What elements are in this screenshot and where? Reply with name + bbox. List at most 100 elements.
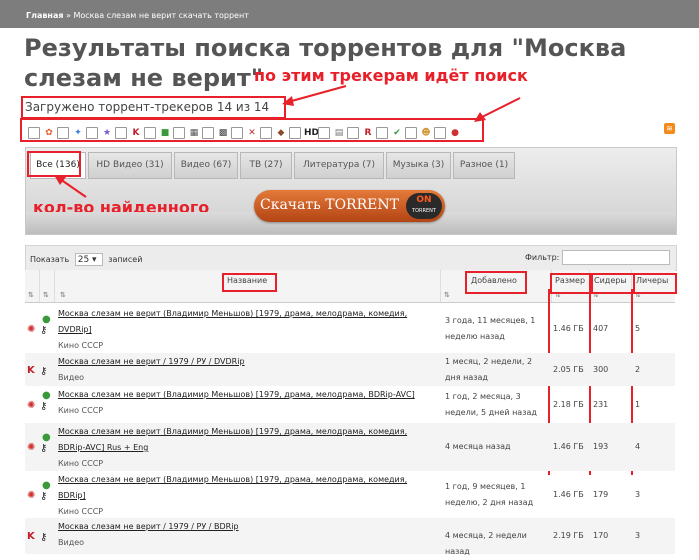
- tracker-item[interactable]: ★: [86, 122, 113, 141]
- ball-icon: ✺: [27, 324, 36, 335]
- magnet-icon[interactable]: ●: [42, 433, 51, 443]
- name-header-highlight: [222, 273, 277, 292]
- tracker-item[interactable]: ◆: [260, 122, 287, 141]
- leechers-cell: 3: [635, 489, 641, 499]
- torrent-title-link[interactable]: Москва слезам не верит / 1979 / РУ / BDR…: [58, 519, 436, 535]
- table-controls: Показать 25 ▾ записей Фильтр:: [25, 245, 677, 271]
- tracker-item[interactable]: ▩: [202, 122, 229, 141]
- tab-music[interactable]: Музыка (3): [386, 152, 451, 179]
- magnet-icon[interactable]: ●: [42, 390, 51, 401]
- on-torrent-badge: ON TORRENT: [406, 193, 442, 219]
- torrent-name-cell: Москва слезам не верит (Владимир Меньшов…: [58, 472, 436, 520]
- leechers-cell: 1: [635, 399, 641, 409]
- loaded-trackers-text: Загружено торрент-трекеров 14 из 14: [25, 100, 270, 114]
- row-icons: K ⚷: [25, 353, 55, 386]
- tracker-item[interactable]: ▦: [173, 122, 200, 141]
- tracker-checkbox[interactable]: [376, 126, 388, 139]
- tracker-item[interactable]: ▤: [318, 122, 345, 141]
- row-icons: ✺ ● ⚷: [25, 471, 55, 518]
- tracker-checkbox[interactable]: [28, 126, 40, 139]
- tracker-checkbox[interactable]: [86, 126, 98, 139]
- flower-icon: ✿: [45, 127, 53, 138]
- torrent-title-link[interactable]: DVDRip]: [58, 322, 436, 338]
- r-icon: R: [364, 127, 372, 138]
- table-row[interactable]: ✺ ● ⚷ Москва слезам не верит (Владимир Мень…: [25, 471, 675, 518]
- magnet-icon[interactable]: ●: [42, 480, 51, 491]
- torrent-title-link[interactable]: BDRip]: [58, 488, 436, 504]
- tracker-checkbox[interactable]: [202, 126, 214, 139]
- table-row[interactable]: ✺ ● ⚷ Москва слезам не верит (Владимир Мень…: [25, 423, 675, 471]
- tab-literature[interactable]: Литература (7): [294, 152, 384, 179]
- shield-icon: ◆: [277, 127, 285, 138]
- key-icon[interactable]: ⚷: [40, 366, 47, 377]
- breadcrumb-separator: »: [66, 11, 71, 20]
- row-icons: ✺ ● ⚷: [25, 423, 55, 471]
- download-torrent-button[interactable]: Скачать TORRENT ON TORRENT: [254, 190, 445, 222]
- breadcrumb-home-link[interactable]: Главная: [26, 11, 63, 20]
- torrent-title-link[interactable]: Москва слезам не верит (Владимир Меньшов…: [58, 424, 436, 440]
- torrent-category: Видео: [58, 538, 85, 547]
- page-length-select[interactable]: 25 ▾: [74, 253, 103, 266]
- tracker-item[interactable]: HD: [289, 122, 319, 141]
- col-sort-icon-2[interactable]: ⇅: [40, 270, 55, 302]
- page-length-control: Показать 25 ▾ записей: [30, 253, 142, 266]
- tab-other[interactable]: Разное (1): [453, 152, 515, 179]
- row-icons: ✺ ● ⚷: [25, 305, 55, 353]
- tracker-item[interactable]: ■: [144, 122, 171, 141]
- key-icon[interactable]: ⚷: [40, 491, 47, 502]
- tracker-checkbox[interactable]: [144, 126, 156, 139]
- tracker-item[interactable]: R: [347, 122, 374, 141]
- torrent-title-link[interactable]: Москва слезам не верит / 1979 / РУ / DVD…: [58, 354, 436, 370]
- magnet-icon[interactable]: ●: [42, 315, 51, 325]
- tracker-list: ✿ ✦ ★ K ■ ▦ ▩ ✕ ◆ HD ▤ R ✔ ☻ ●: [28, 122, 463, 139]
- tab-tv[interactable]: ТВ (27): [240, 152, 292, 179]
- tracker-checkbox[interactable]: [405, 126, 417, 139]
- row-icons: K ⚷: [25, 518, 55, 554]
- key-icon[interactable]: ⚷: [40, 533, 47, 543]
- rss-icon[interactable]: ≋: [664, 123, 675, 134]
- tracker-item[interactable]: ☻: [405, 122, 432, 141]
- torrent-category: Кино СССР: [58, 459, 104, 468]
- tab-video[interactable]: Видео (67): [174, 152, 238, 179]
- tracker-checkbox[interactable]: [173, 126, 185, 139]
- k-icon: K: [132, 127, 140, 138]
- bird-icon: ✦: [74, 127, 82, 138]
- tracker-item[interactable]: ✿: [28, 122, 55, 141]
- torrent-title-link[interactable]: Москва слезам не верит (Владимир Меньшов…: [58, 306, 436, 322]
- table-row[interactable]: K ⚷ Москва слезам не верит / 1979 / РУ / D…: [25, 353, 675, 386]
- tracker-item[interactable]: ●: [434, 122, 461, 141]
- tracker-checkbox[interactable]: [318, 126, 330, 139]
- key-icon[interactable]: ⚷: [40, 326, 47, 336]
- page-icon: ▤: [334, 127, 344, 138]
- col-sort-icon-1[interactable]: ⇅: [25, 270, 40, 302]
- table-row[interactable]: K ⚷ Москва слезам не верит / 1979 / РУ / B…: [25, 518, 675, 556]
- filter-input[interactable]: [562, 250, 670, 265]
- ball-icon: ✺: [27, 489, 36, 501]
- size-cell: 1.46 ГБ: [553, 442, 584, 451]
- filter-label: Фильтр:: [525, 253, 560, 262]
- size-cell: 1.46 ГБ: [553, 324, 584, 333]
- table-row[interactable]: ✺ ● ⚷ Москва слезам не верит (Владимир Мень…: [25, 386, 675, 423]
- tab-hd-video[interactable]: HD Видео (31): [88, 152, 172, 179]
- tracker-item[interactable]: K: [115, 122, 142, 141]
- torrent-title-link[interactable]: Москва слезам не верит (Владимир Меньшов…: [58, 472, 436, 488]
- tracker-item[interactable]: ✔: [376, 122, 403, 141]
- breadcrumb-current: Москва слезам не верит скачать торрент: [73, 11, 249, 20]
- tracker-checkbox[interactable]: [231, 126, 243, 139]
- torrent-title-link[interactable]: Москва слезам не верит (Владимир Меньшов…: [58, 387, 436, 403]
- tracker-checkbox[interactable]: [260, 126, 272, 139]
- key-icon[interactable]: ⚷: [40, 444, 47, 454]
- tracker-checkbox[interactable]: [57, 126, 69, 139]
- tracker-checkbox[interactable]: [115, 126, 127, 139]
- seeders-cell: 407: [593, 324, 609, 333]
- tracker-checkbox[interactable]: [347, 126, 359, 139]
- table-row[interactable]: ✺ ● ⚷ Москва слезам не верит (Владимир Мень…: [25, 305, 675, 353]
- tracker-item[interactable]: ✕: [231, 122, 258, 141]
- tracker-checkbox[interactable]: [289, 126, 301, 139]
- key-icon[interactable]: ⚷: [40, 401, 47, 412]
- added-cell: 4 месяца, 2 недели назад: [445, 531, 527, 556]
- ball-icon: ✺: [27, 399, 36, 411]
- tracker-item[interactable]: ✦: [57, 122, 84, 141]
- torrent-title-link[interactable]: BDRip-AVC] Rus + Eng: [58, 440, 436, 456]
- tracker-checkbox[interactable]: [434, 126, 446, 139]
